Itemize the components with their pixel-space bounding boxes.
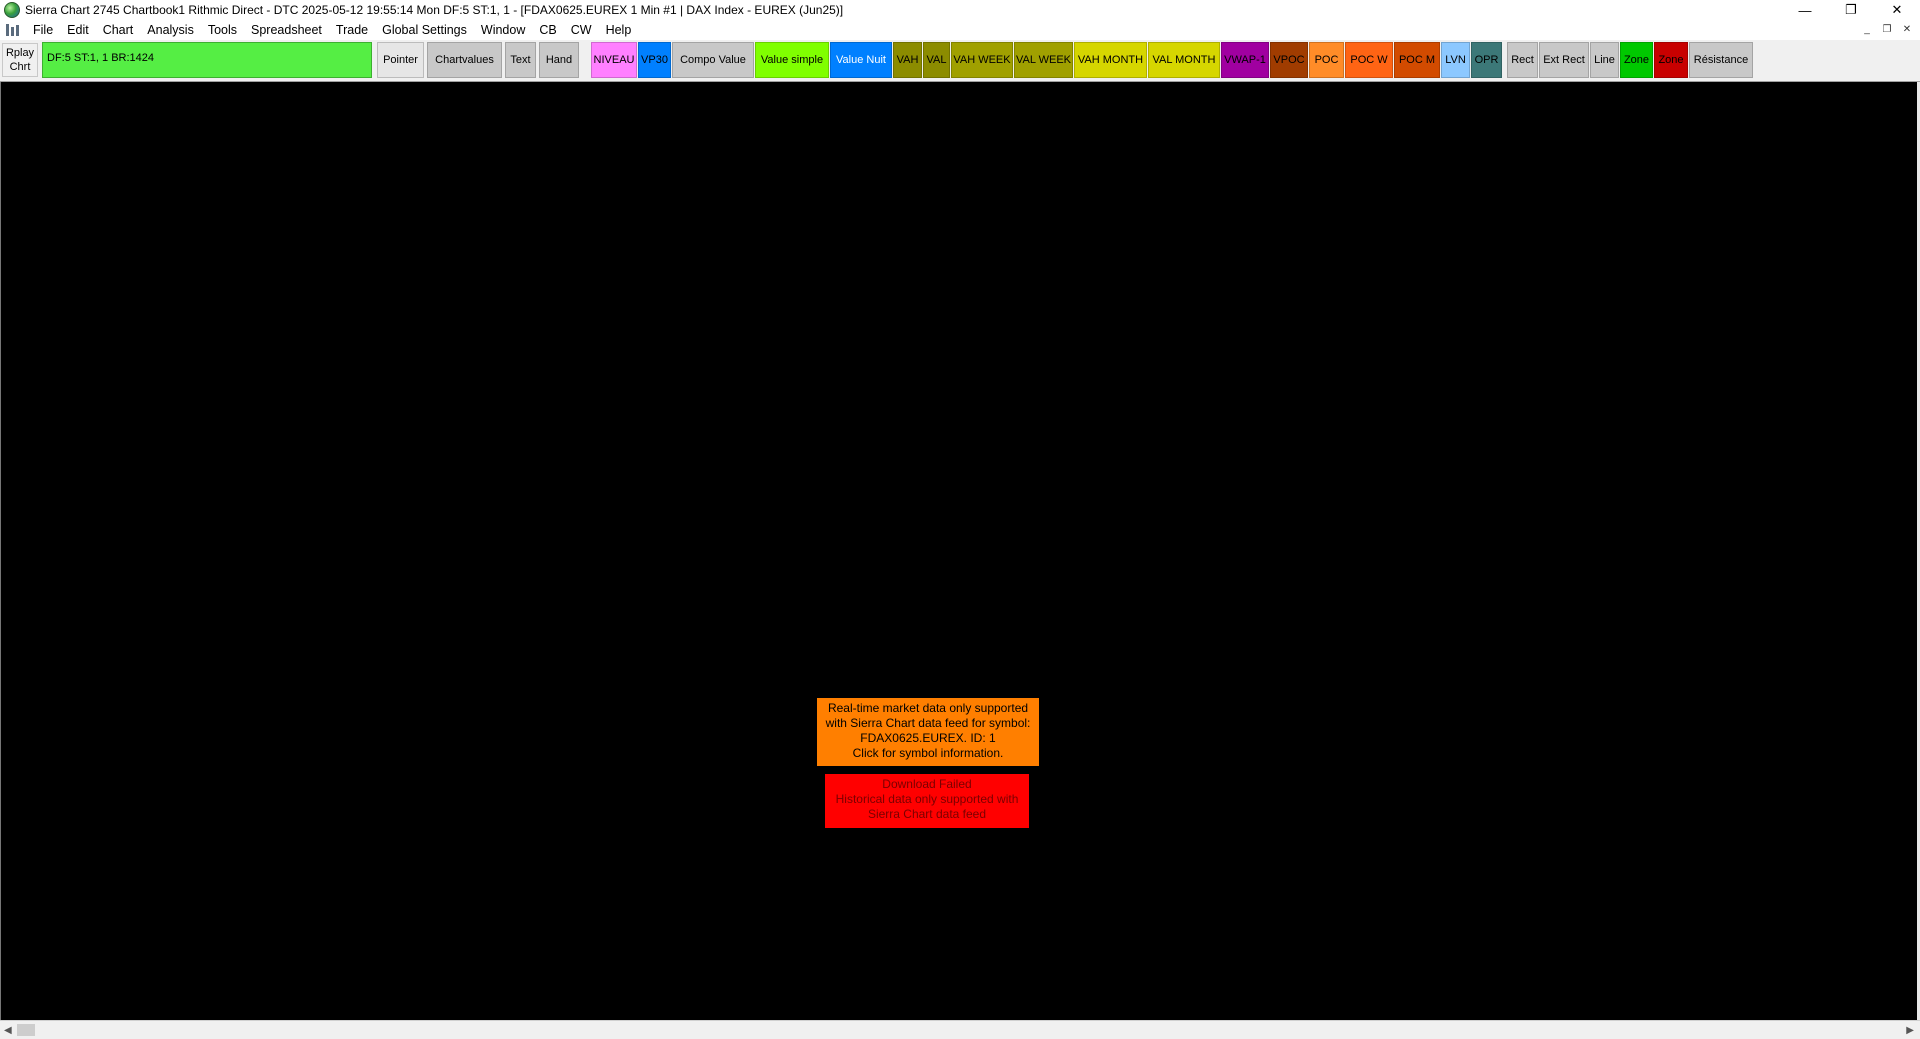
realtime-warning-line3: FDAX0625.EUREX. ID: 1 [860,731,996,745]
minimize-button[interactable]: — [1782,0,1828,20]
close-button[interactable]: ✕ [1874,0,1920,20]
realtime-data-warning[interactable]: Real-time market data only supported wit… [817,698,1039,766]
menu-cw[interactable]: CW [564,23,599,37]
chart-close-button[interactable]: ✕ [1900,22,1914,36]
menu-file[interactable]: File [26,23,60,37]
value-nuit-button[interactable]: Value Nuit [830,42,892,78]
restore-button[interactable]: ❐ [1828,0,1874,20]
chart-region[interactable]: Real-time market data only supported wit… [0,82,1918,1020]
realtime-warning-line1: Real-time market data only supported [827,701,1029,715]
value-simple-button[interactable]: Value simple [755,42,829,78]
zone-resistance-button[interactable]: Zone [1654,42,1688,78]
vah-week-button[interactable]: VAH WEEK [951,42,1013,78]
chart-window-icon[interactable] [6,24,20,36]
text-tool-button[interactable]: Text [505,42,536,78]
chart-minimize-button[interactable]: _ [1860,22,1874,36]
poc-button[interactable]: POC [1309,42,1344,78]
scroll-right-icon[interactable]: ▶ [1906,1025,1914,1036]
chart-restore-button[interactable]: ❐ [1880,22,1894,36]
replay-label-line2: Chrt [9,61,31,73]
window-title: Sierra Chart 2745 Chartbook1 Rithmic Dir… [25,3,844,17]
poc-w-button[interactable]: POC W [1345,42,1393,78]
menu-tools[interactable]: Tools [201,23,244,37]
chart-status-display[interactable]: DF:5 ST:1, 1 BR:1424 [42,42,372,78]
menu-chart[interactable]: Chart [96,23,141,37]
download-failed-line2: Historical data only supported with [835,792,1019,806]
line-tool-button[interactable]: Line [1590,42,1619,78]
niveau-button[interactable]: NIVEAU [591,42,637,78]
val-month-button[interactable]: VAL MONTH [1148,42,1220,78]
poc-m-button[interactable]: POC M [1394,42,1440,78]
vah-month-button[interactable]: VAH MONTH [1074,42,1147,78]
vah-button[interactable]: VAH [893,42,922,78]
vwap-1-button[interactable]: VWAP-1 [1221,42,1269,78]
download-failed-message: Download Failed Historical data only sup… [825,774,1029,828]
menu-help[interactable]: Help [599,23,639,37]
pointer-tool-button[interactable]: Pointer [377,42,424,78]
opr-button[interactable]: OPR [1471,42,1502,78]
realtime-warning-line4: Click for symbol information. [852,746,1004,760]
scroll-left-icon[interactable]: ◀ [4,1025,12,1036]
rect-tool-button[interactable]: Rect [1507,42,1538,78]
sierra-chart-app-icon [4,2,20,18]
compo-value-button[interactable]: Compo Value [672,42,754,78]
control-bar: Rplay Chrt DF:5 ST:1, 1 BR:1424 Pointer … [0,40,1920,82]
menu-window[interactable]: Window [474,23,532,37]
scrollbar-thumb[interactable] [17,1024,35,1036]
zone-support-button[interactable]: Zone [1620,42,1653,78]
menu-cb[interactable]: CB [532,23,563,37]
download-failed-line3: Sierra Chart data feed [867,807,987,821]
realtime-warning-line2: with Sierra Chart data feed for symbol: [825,716,1031,730]
replay-label-line1: Rplay [5,47,35,59]
replay-chart-button[interactable]: Rplay Chrt [2,43,38,77]
val-button[interactable]: VAL [923,42,950,78]
chart-window-controls: _ ❐ ✕ [1860,22,1914,36]
hand-tool-button[interactable]: Hand [539,42,579,78]
horizontal-scrollbar[interactable]: ◀ ▶ [0,1020,1920,1039]
title-bar: Sierra Chart 2745 Chartbook1 Rithmic Dir… [0,0,1920,20]
lvn-button[interactable]: LVN [1441,42,1470,78]
menu-global-settings[interactable]: Global Settings [375,23,474,37]
menu-analysis[interactable]: Analysis [140,23,201,37]
ext-rect-tool-button[interactable]: Ext Rect [1539,42,1589,78]
val-week-button[interactable]: VAL WEEK [1014,42,1073,78]
window-controls: — ❐ ✕ [1782,0,1920,20]
chartvalues-tool-button[interactable]: Chartvalues [427,42,502,78]
vp30-button[interactable]: VP30 [638,42,671,78]
menu-trade[interactable]: Trade [329,23,375,37]
menu-edit[interactable]: Edit [60,23,96,37]
menu-spreadsheet[interactable]: Spreadsheet [244,23,329,37]
vpoc-button[interactable]: VPOC [1270,42,1308,78]
download-failed-line1: Download Failed [882,777,972,791]
resistance-button[interactable]: Résistance [1689,42,1753,78]
menu-bar: File Edit Chart Analysis Tools Spreadshe… [0,20,1920,40]
